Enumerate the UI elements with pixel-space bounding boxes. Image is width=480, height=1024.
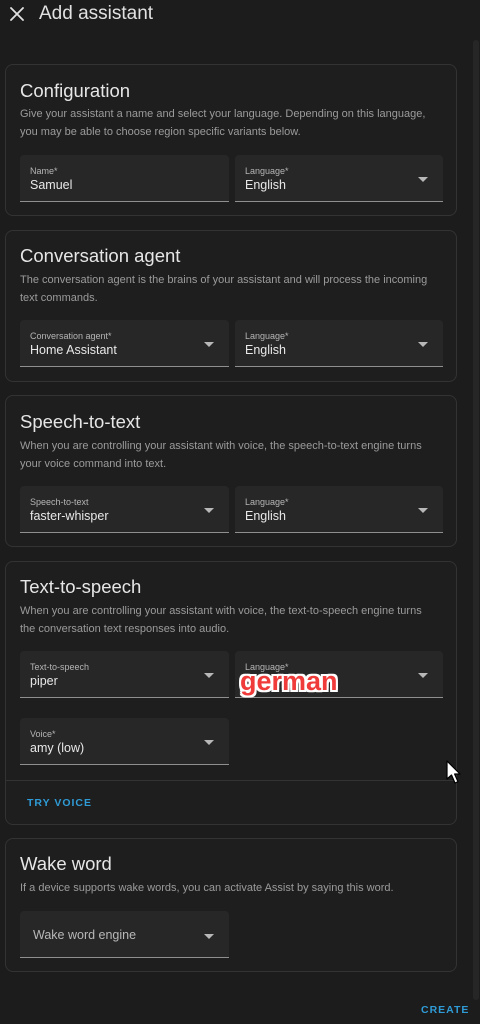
configuration-language-select[interactable]: Language* English: [235, 155, 443, 202]
configuration-description: Give your assistant a name and select yo…: [20, 108, 426, 138]
text-to-speech-label: Text-to-speech: [30, 662, 90, 672]
name-field-label: Name*: [30, 166, 58, 176]
speech-to-text-label: Speech-to-text: [30, 497, 89, 507]
configuration-language-value: English: [245, 178, 286, 192]
configuration-card: Configuration Give your assistant a name…: [5, 64, 457, 216]
configuration-title: Configuration: [20, 80, 131, 101]
close-icon[interactable]: [10, 7, 24, 21]
conversation-agent-value: Home Assistant: [30, 343, 117, 357]
dialog-header: Add assistant: [0, 0, 472, 30]
text-to-speech-description: When you are controlling your assistant …: [20, 605, 422, 635]
chevron-down-icon: [204, 740, 214, 745]
voice-value: amy (low): [30, 741, 85, 755]
text-to-speech-title: Text-to-speech: [20, 576, 142, 597]
speech-to-text-card: Speech-to-text When you are controlling …: [5, 395, 457, 547]
name-field-value: Samuel: [30, 178, 73, 192]
create-button[interactable]: CREATE: [421, 1004, 469, 1016]
name-field[interactable]: Name* Samuel: [20, 155, 229, 202]
text-to-speech-card: Text-to-speech When you are controlling …: [5, 561, 457, 825]
conversation-language-select[interactable]: Language* English: [235, 320, 443, 367]
speech-to-text-language-select[interactable]: Language* English: [235, 486, 443, 533]
chevron-down-icon: [418, 508, 428, 513]
conversation-language-value: English: [245, 343, 286, 357]
configuration-language-label: Language*: [245, 166, 289, 176]
card-divider: [6, 780, 456, 781]
wake-word-description: If a device supports wake words, you can…: [20, 882, 394, 894]
conversation-language-label: Language*: [245, 331, 289, 341]
chevron-down-icon: [204, 673, 214, 678]
chevron-down-icon: [418, 342, 428, 347]
voice-select[interactable]: Voice* amy (low): [20, 718, 229, 765]
mouse-pointer-icon: [446, 760, 461, 784]
wake-word-engine-placeholder: Wake word engine: [33, 928, 137, 942]
conversation-agent-select[interactable]: Conversation agent* Home Assistant: [20, 320, 229, 367]
dialog-title: Add assistant: [39, 3, 154, 24]
scrollbar[interactable]: [472, 0, 480, 1024]
conversation-agent-description: The conversation agent is the brains of …: [20, 274, 428, 304]
wake-word-title: Wake word: [20, 853, 112, 874]
chevron-down-icon: [204, 508, 214, 513]
text-to-speech-value: piper: [30, 674, 58, 688]
scrollbar-thumb[interactable]: [473, 40, 479, 1000]
chevron-down-icon: [418, 177, 428, 182]
annotation-text: german: [240, 666, 338, 696]
voice-label: Voice*: [30, 729, 56, 739]
chevron-down-icon: [204, 934, 214, 939]
speech-to-text-language-label: Language*: [245, 497, 289, 507]
conversation-agent-title: Conversation agent: [20, 245, 181, 266]
text-to-speech-select[interactable]: Text-to-speech piper: [20, 651, 229, 698]
speech-to-text-title: Speech-to-text: [20, 411, 141, 432]
speech-to-text-description: When you are controlling your assistant …: [20, 440, 422, 470]
wake-word-engine-select[interactable]: Wake word engine: [20, 911, 229, 958]
chevron-down-icon: [204, 342, 214, 347]
speech-to-text-select[interactable]: Speech-to-text faster-whisper: [20, 486, 229, 533]
try-voice-button[interactable]: TRY VOICE: [27, 797, 92, 809]
conversation-agent-label: Conversation agent*: [30, 331, 112, 341]
speech-to-text-language-value: English: [245, 509, 286, 523]
wake-word-card: Wake word If a device supports wake word…: [5, 838, 457, 972]
close-button[interactable]: [6, 3, 28, 25]
chevron-down-icon: [418, 673, 428, 678]
speech-to-text-value: faster-whisper: [30, 509, 109, 523]
conversation-agent-card: Conversation agent The conversation agen…: [5, 230, 457, 382]
